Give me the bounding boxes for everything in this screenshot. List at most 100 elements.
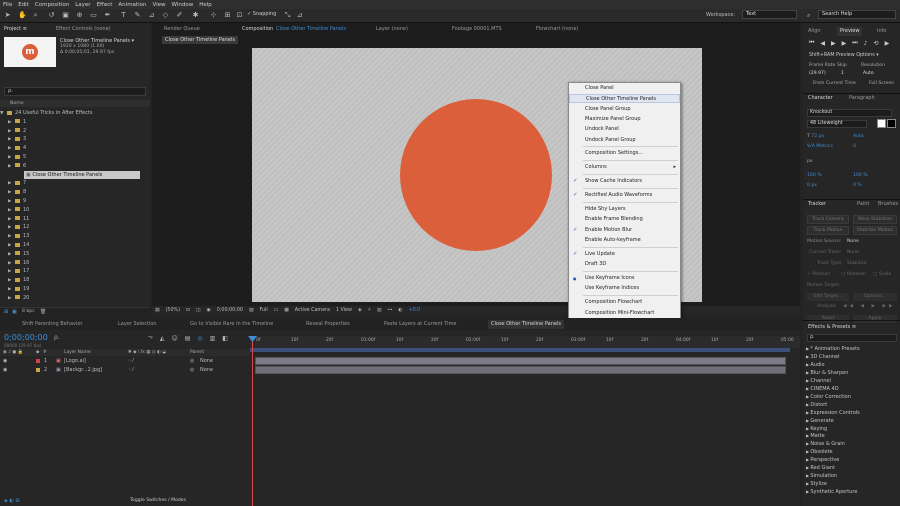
scale-checkbox[interactable]: ▢ Scale: [873, 272, 891, 277]
rotate-tool-icon[interactable]: ↺: [48, 12, 55, 19]
work-area-bar[interactable]: [250, 348, 790, 352]
tab-brushes[interactable]: Brushes: [878, 200, 898, 209]
effects-category[interactable]: ▶ Stylize: [806, 480, 827, 488]
mask-tool-icon[interactable]: ▭: [90, 12, 97, 19]
loop-icon[interactable]: ⟲: [874, 40, 879, 47]
effects-category[interactable]: ▶ Distort: [806, 401, 827, 409]
effects-category[interactable]: ▶ Matte: [806, 432, 825, 440]
menu-item-use-keyframe-icons[interactable]: ● Use Keyframe Icons: [569, 274, 680, 283]
fill-color-swatch[interactable]: [877, 119, 886, 128]
play-icon[interactable]: ▶: [831, 40, 836, 47]
menu-item-draft-3d[interactable]: Draft 3D: [569, 260, 680, 269]
motion-blur-icon[interactable]: ◎: [197, 335, 202, 342]
exposure-value[interactable]: +0.0: [409, 308, 421, 313]
roto-tool-icon[interactable]: ✐: [176, 12, 183, 19]
selection-tool-icon[interactable]: ➤: [4, 12, 11, 19]
layer-switches-icon[interactable]: ◦ ⁄: [128, 357, 133, 365]
parent-pick-whip-icon[interactable]: ◎: [190, 366, 194, 374]
project-search-input[interactable]: ρ.: [4, 87, 146, 96]
resolution-select[interactable]: Auto: [863, 71, 874, 76]
tree-folder[interactable]: ▶ 18: [0, 276, 148, 285]
effects-category[interactable]: ▶ Generate: [806, 417, 834, 425]
tree-folder[interactable]: ▶ 19: [0, 285, 148, 294]
tab-footage[interactable]: Footage 00001.MTS: [452, 25, 502, 34]
channel-icon[interactable]: ▧: [249, 308, 254, 313]
tab-preview[interactable]: Preview: [837, 27, 863, 36]
search-help-input[interactable]: Search Help: [818, 10, 896, 19]
tab-tracker[interactable]: Tracker: [808, 200, 826, 209]
menu-help[interactable]: Help: [199, 2, 212, 8]
draft-3d-icon[interactable]: ◭: [160, 335, 165, 342]
effects-category[interactable]: ▶ Red Giant: [806, 464, 835, 472]
warp-stabilizer-button[interactable]: Warp Stabilizer: [853, 215, 897, 224]
menu-item-composition-settings[interactable]: Composition Settings...: [569, 149, 680, 158]
layer-switches-icon[interactable]: ◦ ⁄: [128, 366, 133, 374]
apply-button[interactable]: Apply: [853, 315, 897, 323]
effects-category[interactable]: ▶ Channel: [806, 377, 831, 385]
layer-bar-1[interactable]: [255, 357, 786, 365]
menu-item-enable-auto-keyframe[interactable]: Enable Auto-keyframe: [569, 236, 680, 245]
axis-tool-icon[interactable]: ⊹: [210, 12, 217, 19]
timeline-tab[interactable]: Close Other Timeline Panels: [488, 320, 564, 329]
eraser-tool-icon[interactable]: ◇: [162, 12, 169, 19]
view-layout-select[interactable]: 1 View: [336, 308, 352, 313]
axis-world-icon[interactable]: ⊞: [224, 12, 231, 19]
kerning-field[interactable]: V/A Metrics: [807, 144, 833, 149]
prev-frame-icon[interactable]: ◀: [820, 40, 825, 47]
tab-effects-presets[interactable]: Effects & Presets ≡: [808, 323, 856, 332]
effects-category[interactable]: ▶ CINEMA 4D: [806, 385, 839, 393]
options-button[interactable]: Options...: [853, 293, 897, 301]
interpret-footage-icon[interactable]: ⊞: [4, 309, 8, 315]
tab-effect-controls[interactable]: Effect Controls (none): [56, 25, 111, 34]
timeline-footer-icons[interactable]: ◈ ◐ ⊞: [4, 498, 20, 504]
snapshot-icon[interactable]: ◉: [207, 308, 211, 313]
first-frame-icon[interactable]: ⏮: [809, 39, 814, 47]
stabilize-motion-button[interactable]: Stabilize Motion: [853, 226, 897, 235]
magnification-select[interactable]: (50%): [166, 308, 180, 313]
layer-name[interactable]: [Logo.ai]: [64, 357, 86, 365]
shy-icon[interactable]: ☺: [171, 335, 177, 342]
effects-category[interactable]: ▶ Audio: [806, 361, 825, 369]
horizontal-scale-field[interactable]: 100 %: [853, 173, 868, 178]
menu-item-close-other-timeline-panels[interactable]: Close Other Timeline Panels: [569, 94, 680, 104]
effects-category[interactable]: ▶ Simulation: [806, 472, 837, 480]
layer-row[interactable]: ◉ 2 ▣ [Backgr...2.jpg] ◦ ⁄ ◎ None: [0, 366, 250, 374]
font-size-field[interactable]: T 72 px: [807, 134, 824, 139]
effects-category[interactable]: ▶ Expression Controls: [806, 409, 860, 417]
timeline-tab[interactable]: Layer Selection: [118, 320, 157, 329]
effects-category[interactable]: ▶ Blur & Sharpen: [806, 369, 848, 377]
tree-folder[interactable]: ▶ 3: [0, 135, 148, 144]
timeline-search-icon[interactable]: ρ.: [54, 334, 60, 341]
comp-mini-flowchart-icon[interactable]: ⤳: [148, 334, 153, 342]
brush-tool-icon[interactable]: ✎: [134, 12, 141, 19]
menu-item-composition-mini-flowchart[interactable]: Composition Mini-Flowchart: [569, 309, 680, 318]
menu-item-use-keyframe-indices[interactable]: Use Keyframe Indices: [569, 284, 680, 293]
menu-item-maximize-panel-group[interactable]: Maximize Panel Group: [569, 115, 680, 124]
tab-composition-name[interactable]: Close Other Timeline Panels: [276, 25, 346, 34]
workspace-select[interactable]: Text: [742, 10, 797, 19]
effects-category[interactable]: ▶ * Animation Presets: [806, 345, 860, 353]
camera-tool-icon[interactable]: ▣: [62, 12, 69, 19]
last-frame-icon[interactable]: ⏭: [852, 39, 857, 47]
bpc-label[interactable]: 8 bpc: [22, 309, 35, 314]
menu-item-show-cache-indicators[interactable]: ✓ Show Cache Indicators: [569, 177, 680, 186]
snap-icon[interactable]: ⤡: [284, 12, 291, 19]
menu-item-composition-flowchart[interactable]: Composition Flowchart: [569, 298, 680, 307]
trash-icon[interactable]: 🗑: [40, 309, 46, 315]
visibility-eye-icon[interactable]: ◉: [3, 357, 7, 365]
tree-folder[interactable]: ▶ 6: [0, 162, 148, 171]
timeline-icon[interactable]: ▥: [377, 308, 382, 313]
fast-previews-icon[interactable]: ⚡: [368, 308, 371, 313]
next-frame-icon[interactable]: ▶: [842, 40, 847, 47]
tab-character[interactable]: Character: [808, 94, 833, 103]
tab-info[interactable]: Info: [877, 27, 886, 36]
effects-category[interactable]: ▶ Perspective: [806, 456, 839, 464]
position-checkbox[interactable]: ✓ Position: [807, 272, 830, 277]
hand-tool-icon[interactable]: ✋: [18, 12, 27, 19]
menu-item-rectified-audio-waveforms[interactable]: ✓ Rectified Audio Waveforms: [569, 191, 680, 200]
track-type-select[interactable]: Stabilize: [847, 261, 867, 266]
graph-editor-icon[interactable]: ▥: [210, 335, 216, 342]
menu-layer[interactable]: Layer: [75, 2, 90, 8]
always-preview-icon[interactable]: ▤: [155, 308, 160, 313]
tree-folder[interactable]: ▶ 15: [0, 250, 148, 259]
